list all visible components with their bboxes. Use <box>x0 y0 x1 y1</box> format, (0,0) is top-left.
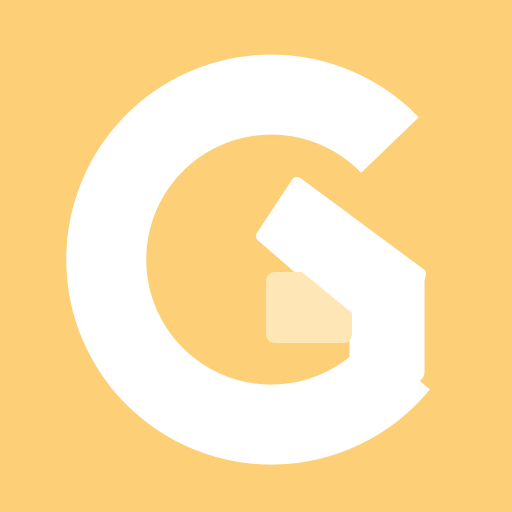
letter-g-logo-icon <box>0 0 512 512</box>
app-icon <box>0 0 512 512</box>
